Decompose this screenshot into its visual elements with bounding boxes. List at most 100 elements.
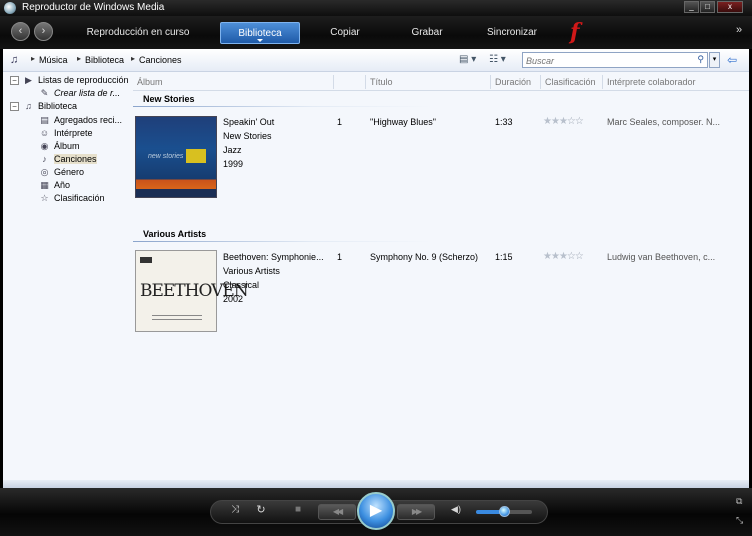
contributing-artist[interactable]: Ludwig van Beethoven, c... [607,252,747,262]
column-separator[interactable] [333,75,334,89]
track-title[interactable]: "Highway Blues" [370,117,488,127]
column-contributing-artist[interactable]: Intérprete colaborador [607,77,696,87]
contributing-artist[interactable]: Marc Seales, composer. N... [607,117,747,127]
column-duration[interactable]: Duración [495,77,531,87]
forward-button[interactable]: › [34,22,53,41]
breadcrumb-separator-icon: ▸ [131,54,136,63]
album-genre[interactable]: Jazz [223,145,328,155]
tree-item-library[interactable]: ♫ Biblioteca [23,100,77,113]
back-button[interactable]: ‹ [11,22,30,41]
mute-button[interactable]: ◀) [448,504,464,515]
media-guide-logo-icon[interactable]: f [570,19,579,45]
star-icon[interactable]: ☆ [575,116,584,127]
column-rating[interactable]: Clasificación [545,77,596,87]
layout-options-icon[interactable]: ☷ ▾ [489,54,506,65]
star-icon[interactable]: ★ [559,251,568,262]
more-tabs-button[interactable]: » [736,24,742,36]
star-icon[interactable]: ★ [543,116,552,127]
column-title[interactable]: Título [370,77,393,87]
tab-now-playing[interactable]: Reproducción en curso [72,22,204,44]
navigation-tree: − ▶ Listas de reproducción ✎ Crear lista d… [3,72,133,488]
song-icon: ♪ [42,154,47,164]
album-art-label-logo [140,257,152,263]
album-art[interactable]: new stories [135,116,217,198]
previous-button[interactable]: ◀◀ [318,504,356,520]
rating-stars[interactable]: ★★★☆☆ [543,251,584,262]
tree-item-recently-added[interactable]: ▤ Agregados reci... [39,114,122,127]
search-input[interactable] [526,54,686,67]
search-icon[interactable]: ⚲ [697,54,704,65]
volume-slider-handle[interactable] [499,506,510,517]
tree-item-genre[interactable]: ◎ Género [39,166,84,179]
star-icon[interactable]: ☆ [567,116,576,127]
minimize-button[interactable]: _ [684,1,699,13]
album-artist[interactable]: Various Artists [223,266,328,276]
album-name[interactable]: Speakin' Out [223,117,328,127]
stop-button[interactable]: ■ [292,504,304,515]
breadcrumb-library[interactable]: Biblioteca [85,55,124,65]
rating-stars[interactable]: ★★★☆☆ [543,116,584,127]
star-icon[interactable]: ☆ [567,251,576,262]
tab-library[interactable]: Biblioteca [220,22,300,44]
collapse-toggle[interactable]: − [10,102,19,111]
album-artist[interactable]: New Stories [223,131,328,141]
track-title[interactable]: Symphony No. 9 (Scherzo) [370,252,488,262]
track-duration[interactable]: 1:15 [495,252,513,262]
star-icon[interactable]: ☆ [575,251,584,262]
play-button[interactable]: ▶ [357,492,395,530]
collapse-toggle[interactable]: − [10,76,19,85]
star-icon[interactable]: ★ [551,116,560,127]
status-strip [3,480,749,488]
year-icon: ▦ [40,180,49,190]
next-button[interactable]: ▶▶ [397,504,435,520]
track-number[interactable]: 1 [337,117,342,127]
breadcrumb-music[interactable]: Música [39,55,68,65]
breadcrumb-songs[interactable]: Canciones [139,55,182,65]
star-icon[interactable]: ★ [543,251,552,262]
tab-burn[interactable]: Grabar [396,22,458,44]
switch-to-skin-icon[interactable]: ⧉ [736,496,742,507]
maximize-button[interactable]: □ [700,1,715,13]
tab-sync[interactable]: Sincronizar [478,22,546,44]
album-genre[interactable]: Classical [223,280,328,290]
column-separator[interactable] [365,75,366,89]
close-button[interactable]: x [717,1,743,13]
tree-item-album[interactable]: ◉ Álbum [39,140,80,153]
group-header[interactable]: New Stories [143,94,195,104]
search-box[interactable]: ⚲ [522,52,708,68]
tree-item-rating[interactable]: ☆ Clasificación [39,192,104,205]
album-art-rule [152,315,202,316]
tree-item-artist[interactable]: ☺ Intérprete [39,127,93,140]
tree-item-playlists[interactable]: ▶ Listas de reproducción [23,74,129,87]
tree-item-create-playlist[interactable]: ✎ Crear lista de r... [39,87,120,100]
column-album[interactable]: Álbum [137,77,163,87]
album-art[interactable]: BEETHOVEN [135,250,249,332]
album-year[interactable]: 2002 [223,294,328,304]
music-note-icon: ♫ [10,54,19,66]
star-icon[interactable]: ★ [559,116,568,127]
column-separator[interactable] [540,75,541,89]
shuffle-button[interactable]: ⤨ [228,504,242,515]
group-header[interactable]: Various Artists [143,229,206,239]
column-separator[interactable] [602,75,603,89]
album-art-rule [152,319,202,320]
album-art-text: new stories [148,153,184,160]
tab-rip[interactable]: Copiar [314,22,376,44]
tree-item-year[interactable]: ▦ Año [39,179,70,192]
track-duration[interactable]: 1:33 [495,117,513,127]
repeat-button[interactable]: ↻ [254,503,268,516]
breadcrumb-separator-icon: ▸ [31,54,36,63]
album-art-badge [186,149,206,163]
title-bar: Reproductor de Windows Media _ □ x [0,0,752,16]
star-icon[interactable]: ★ [551,251,560,262]
view-options-icon[interactable]: ▤ ▾ [459,54,476,65]
search-dropdown-button[interactable]: ▾ [709,52,720,68]
arrow-left-icon[interactable]: ⇦ [727,53,737,67]
main-navigation: ‹ › Reproducción en curso Biblioteca Cop… [0,16,752,49]
album-year[interactable]: 1999 [223,159,328,169]
album-name[interactable]: Beethoven: Symphonie... [223,252,328,262]
tree-item-songs[interactable]: ♪ Canciones [39,153,97,166]
column-separator[interactable] [490,75,491,89]
resize-grip-icon[interactable]: ⤡ [736,515,743,526]
track-number[interactable]: 1 [337,252,342,262]
